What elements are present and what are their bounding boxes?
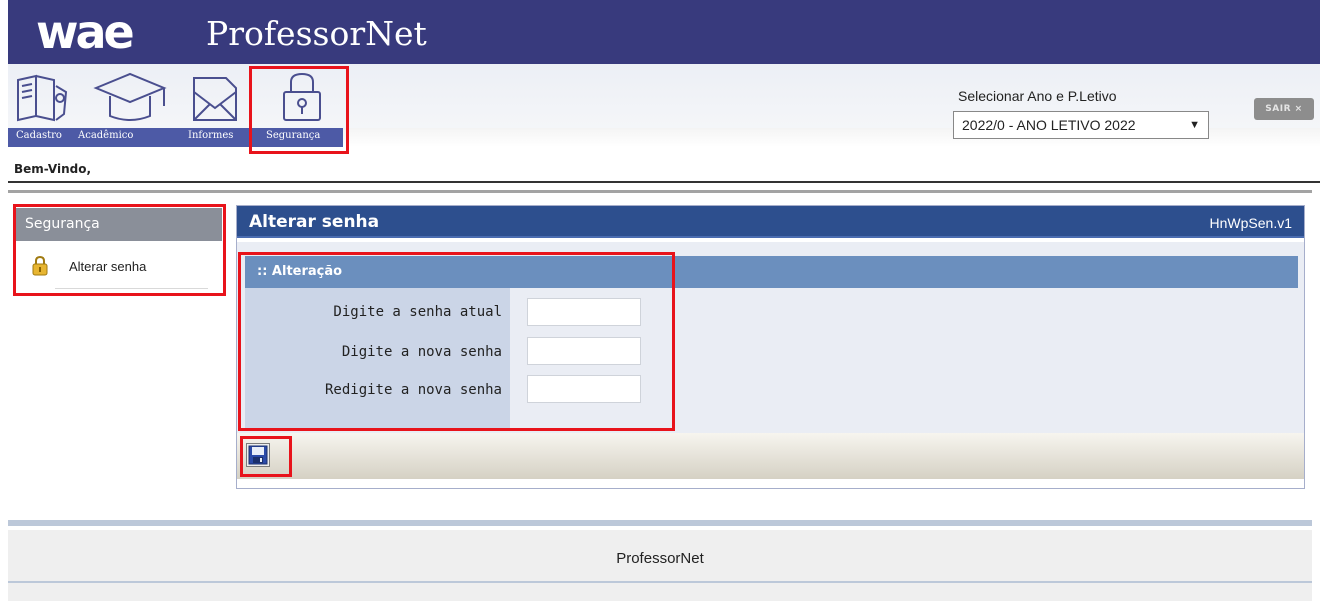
footer-divider-bottom (8, 581, 1312, 583)
menu-label-informes: Informes (188, 130, 234, 141)
new-password-input[interactable] (527, 337, 641, 365)
current-password-label: Digite a senha atual (333, 304, 502, 320)
current-password-input[interactable] (527, 298, 641, 326)
confirm-password-label: Redigite a nova senha (324, 382, 502, 398)
menu-label-cadastro: Cadastro (16, 130, 62, 141)
menu-label-seguranca: Segurança (266, 130, 321, 141)
menu-item-academico[interactable]: Acadêmico (74, 64, 178, 147)
confirm-password-input[interactable] (527, 375, 641, 403)
header: wae ProfessorNet Cadastro Acadêmico Info… (8, 0, 1320, 183)
menu-item-informes[interactable]: Informes (184, 64, 248, 147)
toolbar (237, 433, 1304, 479)
padlock-icon (283, 72, 321, 121)
menu-item-seguranca[interactable]: Segurança (258, 64, 346, 147)
period-select-value: 2022/0 - ANO LETIVO 2022 (962, 117, 1136, 133)
header-divider (8, 190, 1312, 193)
footer-text: ProfessorNet (616, 550, 704, 567)
screen-code: HnWpSen.v1 (1209, 215, 1292, 231)
sidebar-title: Segurança (15, 208, 222, 241)
fieldset-title: :: Alteração (245, 256, 1298, 288)
save-button[interactable] (246, 443, 270, 467)
sidebar-item-label: Alterar senha (69, 259, 147, 274)
app-name: ProfessorNet (206, 14, 427, 53)
welcome-text: Bem-Vindo, (8, 156, 1320, 183)
floppy-disk-icon (248, 445, 268, 465)
brand-band: wae ProfessorNet (8, 0, 1320, 64)
padlock-icon (32, 256, 48, 276)
footer-divider-top (8, 520, 1312, 526)
main-panel: Alterar senha HnWpSen.v1 :: Alteração Di… (236, 205, 1305, 489)
logout-button[interactable]: SAIR × (1254, 98, 1314, 120)
envelope-icon (193, 77, 237, 121)
menu-item-cadastro[interactable]: Cadastro (14, 64, 72, 147)
sidebar-divider (55, 288, 208, 289)
chevron-down-icon: ▼ (1189, 119, 1200, 131)
logo: wae (36, 5, 135, 59)
page-title: Alterar senha (249, 212, 380, 232)
period-select[interactable]: 2022/0 - ANO LETIVO 2022 ▼ (953, 111, 1209, 139)
menu-label-academico: Acadêmico (78, 130, 134, 141)
period-label: Selecionar Ano e P.Letivo (958, 88, 1117, 104)
books-icon (17, 74, 68, 122)
sidebar-item-alterar-senha[interactable]: Alterar senha (15, 246, 222, 290)
panel-header: Alterar senha HnWpSen.v1 (237, 206, 1304, 238)
new-password-label: Digite a nova senha (341, 344, 502, 360)
graduation-cap-icon (93, 72, 167, 121)
